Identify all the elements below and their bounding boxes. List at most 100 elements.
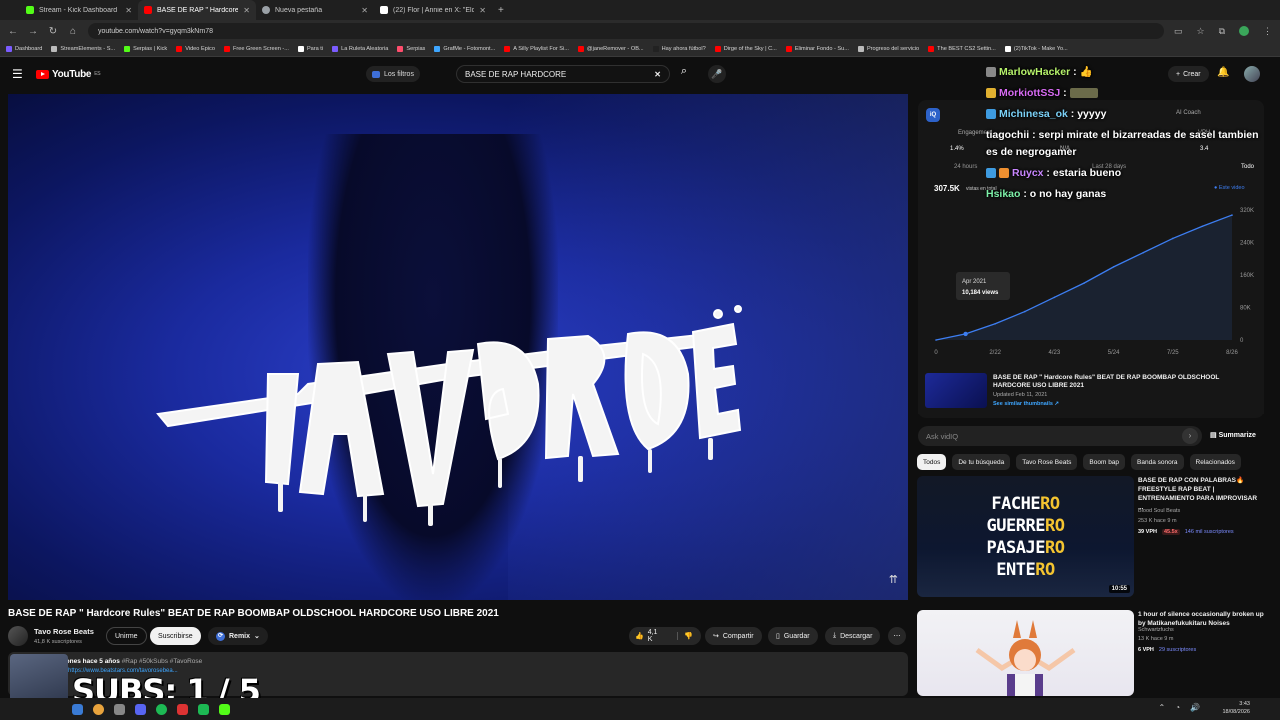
bookmark-item[interactable]: A Silly Playlist For Si... <box>504 46 569 52</box>
bookmark-item[interactable]: The BEST CS2 Settin... <box>928 46 996 52</box>
browser-tab-active[interactable]: BASE DE RAP " Hardcore Rules" ✕ <box>138 0 256 20</box>
bookmark-item[interactable]: Serpias | Kick <box>124 46 167 52</box>
browser-menu-icon[interactable]: ⋮ <box>1263 26 1272 37</box>
hashtags[interactable]: #Rap #50kSubs #TavoRose <box>122 658 203 665</box>
cast-icon[interactable]: ▭ <box>1174 26 1183 37</box>
extensions-icon[interactable]: ⧉ <box>1219 26 1225 37</box>
bookmark-item[interactable]: Progreso del servicio <box>857 46 919 52</box>
back-icon[interactable]: ← <box>8 26 18 37</box>
menu-icon[interactable]: ☰ <box>12 67 26 81</box>
chip-boom-bap[interactable]: Boom bap <box>1083 454 1126 470</box>
join-button[interactable]: Unirme <box>106 627 147 645</box>
video-thumbnail[interactable] <box>925 373 987 408</box>
discord-icon[interactable] <box>135 703 146 715</box>
video-thumbnail[interactable]: FACHERO GUERRERO PASAJERO ENTERO 10:55 <box>917 476 1134 597</box>
ask-placeholder: Ask vidIQ <box>926 431 959 441</box>
bookmark-item[interactable]: Serpias <box>397 46 425 52</box>
microphone-icon[interactable]: 🎤 <box>708 65 726 83</box>
bookmark-item[interactable]: Dirge of the Sky | C... <box>714 46 777 52</box>
channel-avatar[interactable] <box>8 626 28 646</box>
clear-search-icon[interactable]: ✕ <box>654 70 661 79</box>
chip-from-search[interactable]: De tu búsqueda <box>952 454 1011 470</box>
bookmark-favicon-icon <box>176 46 183 52</box>
browser-tab[interactable]: Nueva pestaña ✕ <box>256 0 374 20</box>
close-tab-icon[interactable]: ✕ <box>479 6 486 15</box>
like-count[interactable]: 4,1 K <box>648 629 664 643</box>
bookmark-favicon-icon <box>124 46 131 52</box>
home-icon[interactable]: ⌂ <box>68 26 78 37</box>
thumbs-up-icon[interactable]: 👍 <box>635 632 644 640</box>
summarize-button[interactable]: ▤ Summarize <box>1210 431 1256 439</box>
chip-soundtrack[interactable]: Banda sonora <box>1131 454 1184 470</box>
chat-emote-icon <box>1069 88 1098 99</box>
download-button[interactable]: ⤓ Descargar <box>825 627 881 645</box>
rec-title[interactable]: 1 hour of silence occasionally broken up… <box>1138 610 1264 628</box>
recommended-video[interactable]: FACHERO GUERRERO PASAJERO ENTERO 10:55 B… <box>917 476 1265 600</box>
bookmark-item[interactable]: Video Epico <box>176 46 215 52</box>
channel-name[interactable]: Tavo Rose Beats <box>34 627 94 636</box>
vidiq-logo[interactable]: iQ <box>926 108 940 122</box>
taskbar-clock[interactable]: 3:43 18/08/2026 <box>1222 700 1250 716</box>
recommended-video[interactable]: 1 hour of silence occasionally broken up… <box>917 610 1265 696</box>
tab-24h[interactable]: 24 hours <box>954 164 977 170</box>
chevron-up-icon[interactable]: ⌃ <box>1158 703 1165 712</box>
remix-button[interactable]: ⟳ Remix ⌄ <box>208 627 268 645</box>
app-icon[interactable] <box>198 703 209 715</box>
chrome-icon[interactable] <box>93 703 104 715</box>
url-text: youtube.com/watch?v=gyqm3kNm78 <box>98 27 213 35</box>
x-tick-label: 7/25 <box>1167 350 1179 356</box>
bookmark-star-icon[interactable]: ☆ <box>1196 26 1204 37</box>
bookmark-item[interactable]: Free Green Screen -... <box>223 46 289 52</box>
bookmark-item[interactable]: GrafMe - Fotomont... <box>434 46 495 52</box>
save-button[interactable]: ▯ Guardar <box>768 627 818 645</box>
subscribe-button[interactable]: Suscribirse <box>150 627 201 645</box>
close-tab-icon[interactable]: ✕ <box>361 6 368 15</box>
file-explorer-icon[interactable] <box>72 703 83 715</box>
bookmark-item[interactable]: @janeRemover - OB... <box>577 46 644 52</box>
video-thumbnail[interactable] <box>917 610 1134 696</box>
url-input[interactable]: youtube.com/watch?v=gyqm3kNm78 <box>88 23 1164 39</box>
bookmark-item[interactable]: Para ti <box>297 46 323 52</box>
close-tab-icon[interactable]: ✕ <box>125 6 132 15</box>
video-player[interactable]: ⇈ <box>8 94 908 600</box>
bookmark-item[interactable]: Dashboard <box>6 46 42 52</box>
chat-badge-icon <box>986 168 996 179</box>
bookmark-item[interactable]: Eliminar Fondo - Su... <box>785 46 849 52</box>
new-tab-icon[interactable]: + <box>492 5 510 16</box>
bookmark-item[interactable]: StreamElements - S... <box>51 46 115 52</box>
forward-icon[interactable]: → <box>28 26 38 37</box>
ask-vidiq-input[interactable]: Ask vidIQ <box>918 426 1202 446</box>
address-bar-row: ← → ↻ ⌂ youtube.com/watch?v=gyqm3kNm78 ▭… <box>0 20 1280 42</box>
volume-icon[interactable]: 🔊 <box>1190 703 1200 712</box>
rec-title[interactable]: BASE DE RAP CON PALABRAS🔥 FREESTYLE RAP … <box>1138 476 1264 512</box>
kick-icon[interactable] <box>219 703 230 715</box>
browser-tab[interactable]: (22) Flor | Annie en X: "Elded h ✕ <box>374 0 492 20</box>
more-actions-icon[interactable]: ⋯ <box>888 627 906 645</box>
filters-button[interactable]: Los filtros <box>366 66 420 82</box>
video-overlay-icon: ⇈ <box>888 574 898 586</box>
channel-subscribers: 41,8 K suscriptores <box>34 639 82 645</box>
share-button[interactable]: ↪ Compartir <box>705 627 762 645</box>
bookmark-item[interactable]: La Ruleta Aleatoria <box>332 46 388 52</box>
bookmark-item[interactable]: (2)TikTok - Make Yo... <box>1004 46 1068 52</box>
send-arrow-icon[interactable]: › <box>1182 428 1198 444</box>
search-input[interactable]: BASE DE RAP HARDCORE ✕ <box>456 65 670 83</box>
reload-icon[interactable]: ↻ <box>48 26 58 37</box>
app-icon[interactable] <box>114 703 125 715</box>
youtube-logo[interactable]: YouTube ES <box>36 69 101 80</box>
bookmark-item[interactable]: Hay ahora fútbol? <box>652 46 706 52</box>
thumbs-down-icon[interactable]: 👎 <box>677 632 693 640</box>
see-similar-link[interactable]: See similar thumbnails ↗ <box>993 401 1059 407</box>
profile-avatar[interactable] <box>1239 26 1249 36</box>
chip-related[interactable]: Relacionados <box>1189 454 1241 470</box>
rec-channel[interactable]: Blood Soul Beats <box>1138 508 1180 514</box>
spotify-icon[interactable] <box>156 703 167 715</box>
browser-tab[interactable]: Stream - Kick Dashboard ✕ <box>20 0 138 20</box>
close-tab-icon[interactable]: ✕ <box>243 6 250 15</box>
rec-channel[interactable]: Schwartzfuchs <box>1138 627 1174 633</box>
search-icon[interactable]: ⌕ <box>674 65 694 83</box>
chip-channel[interactable]: Tavo Rose Beats <box>1016 454 1078 470</box>
chip-all[interactable]: Todos <box>917 454 947 470</box>
wifi-icon[interactable]: ◔ <box>1175 703 1180 712</box>
obs-icon[interactable] <box>177 703 188 715</box>
